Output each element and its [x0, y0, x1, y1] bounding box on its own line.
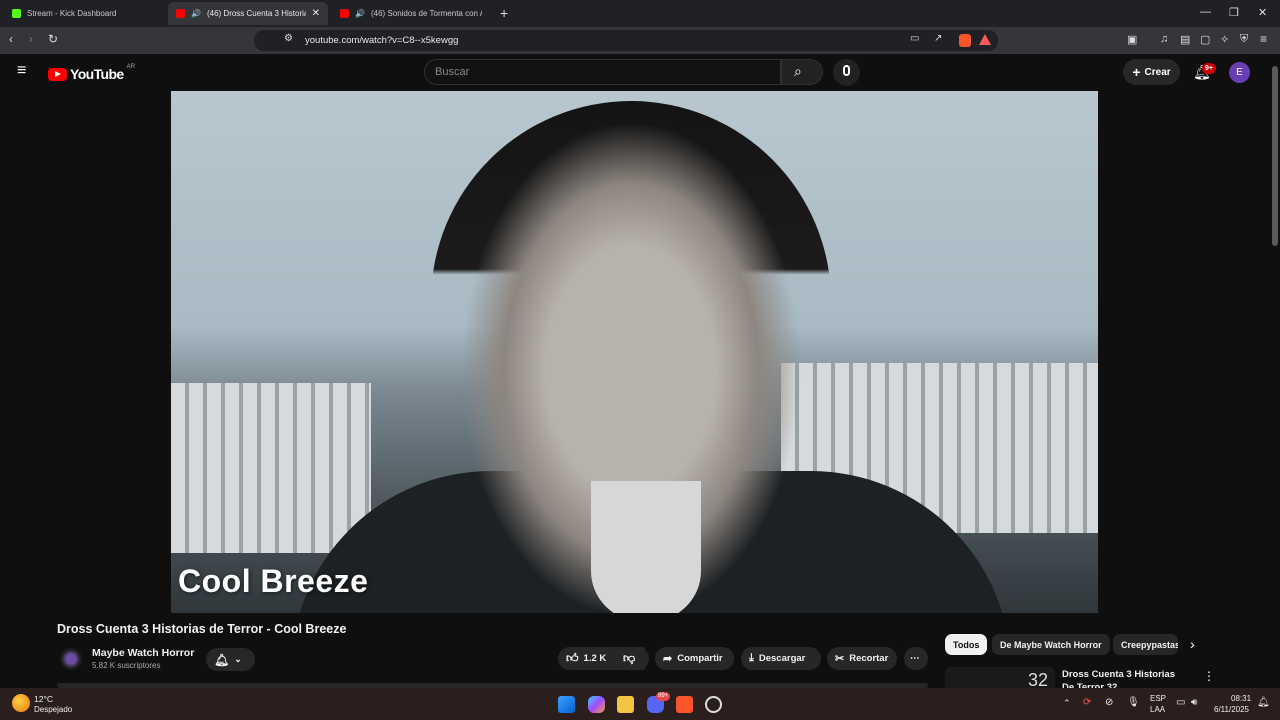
chip-creepypastas[interactable]: Creepypastas [1113, 634, 1178, 655]
youtube-header: ≡ YouTube AR Buscar ⌕ + Crear 🔔︎ 9+ E [0, 54, 1280, 246]
subscriber-count: 5.82 K suscriptores [92, 661, 161, 670]
weather-temperature: 12°C [34, 694, 53, 704]
more-actions-button[interactable]: ⋯ [904, 647, 928, 670]
address-bar[interactable]: ⚙ youtube.com/watch?v=C8--x5kewgg ▭ ↗ [254, 30, 998, 51]
wallet-icon[interactable]: ▢ [1200, 33, 1210, 46]
search-input[interactable]: Buscar [424, 59, 781, 85]
more-horizontal-icon: ⋯ [910, 653, 920, 664]
channel-name[interactable]: Maybe Watch Horror [92, 647, 194, 659]
share-arrow-icon: ➦ [663, 653, 673, 665]
copilot-icon[interactable] [588, 696, 605, 713]
speaker-icon: 🔊 [191, 9, 201, 18]
bell-icon: 🔔︎ [214, 652, 230, 667]
cast-icon[interactable]: ▭ [910, 33, 919, 44]
chevron-down-icon: ⌄ [234, 654, 242, 664]
discord-badge: 99+ [656, 692, 671, 701]
youtube-logo[interactable]: YouTube AR [48, 64, 135, 82]
language-code[interactable]: ESP [1150, 694, 1166, 703]
hamburger-menu-icon[interactable]: ≡ [17, 62, 26, 80]
close-window-icon[interactable]: ✕ [1258, 6, 1267, 19]
weather-description: Despejado [34, 705, 73, 714]
network-off-icon[interactable]: ⊘ [1105, 697, 1113, 708]
youtube-play-icon [48, 67, 67, 81]
share-page-icon[interactable]: ↗ [934, 33, 942, 44]
microphone-icon [843, 65, 850, 76]
video-player[interactable]: Cool Breeze [171, 91, 1098, 613]
back-icon[interactable]: ‹ [9, 32, 13, 46]
weather-icon[interactable] [12, 694, 30, 712]
youtube-icon [340, 9, 349, 18]
brave-rewards-icon[interactable] [979, 34, 991, 45]
dislike-button[interactable]: 👎︎ [615, 647, 649, 670]
search-icon: ⌕ [794, 63, 802, 79]
mic-tray-icon[interactable]: 🎙︎ [1127, 697, 1140, 708]
browser-toolbar: ‹ › ↻ 🔖 ⚙ youtube.com/watch?v=C8--x5kewg… [0, 27, 1280, 54]
sync-icon[interactable]: ⟳ [1083, 697, 1091, 708]
sidebar-toggle-icon[interactable]: ▣ [1127, 33, 1137, 46]
display-icon[interactable]: ▭ [1176, 697, 1185, 708]
leo-ai-icon[interactable]: ✧ [1220, 33, 1229, 46]
video-frame-shirt [591, 481, 701, 613]
video-overlay-caption: Cool Breeze [178, 563, 369, 599]
media-icon[interactable]: ♫ [1160, 33, 1168, 45]
reader-icon[interactable]: ▤ [1180, 33, 1190, 46]
page-scrollbar[interactable] [1272, 66, 1278, 246]
download-button[interactable]: ⤓ Descargar [741, 647, 821, 670]
more-vertical-icon[interactable]: ⋮ [1203, 669, 1215, 683]
notification-badge: 9+ [1202, 63, 1216, 74]
youtube-icon [176, 9, 185, 18]
chip-from-channel[interactable]: De Maybe Watch Horror [992, 634, 1110, 655]
account-avatar[interactable]: E [1229, 62, 1250, 83]
share-button[interactable]: ➦ Compartir [655, 647, 734, 670]
chevron-up-icon[interactable]: ⌃ [1063, 698, 1071, 709]
scissors-icon: ✂ [835, 653, 845, 665]
plus-icon: + [1132, 64, 1141, 80]
windows-start-icon[interactable] [558, 696, 575, 713]
related-video-thumbnail[interactable]: 32 [945, 667, 1055, 688]
notification-center-icon[interactable]: 🔔︎ [1257, 697, 1270, 708]
site-settings-icon[interactable]: ⚙ [284, 33, 293, 44]
close-tab-icon[interactable]: ✕ [312, 8, 320, 19]
tab-dross-video[interactable]: 🔊 (46) Dross Cuenta 3 Historias ✕ [168, 2, 328, 25]
reload-icon[interactable]: ↻ [48, 32, 58, 46]
search-button[interactable]: ⌕ [781, 59, 823, 85]
tab-sonidos-tormenta[interactable]: 🔊 (46) Sonidos de Tormenta con Ar [332, 2, 490, 25]
menu-icon[interactable]: ≡ [1260, 32, 1267, 46]
minimize-icon[interactable]: — [1200, 6, 1211, 18]
obs-icon[interactable] [705, 696, 722, 713]
vpn-icon[interactable]: ⛨ [1240, 33, 1248, 46]
keyboard-layout[interactable]: LAA [1150, 705, 1165, 714]
volume-icon[interactable]: 🔊︎ [1191, 697, 1197, 708]
thumbs-down-icon: 👎︎ [623, 651, 636, 665]
tab-kick-dashboard[interactable]: Stream - Kick Dashboard [4, 2, 166, 25]
brave-browser-icon[interactable] [676, 696, 693, 713]
brave-shields-icon[interactable] [959, 34, 971, 47]
windows-taskbar: 12°C Despejado 99+ ⌃ ⟳ ⊘ 🎙︎ ESP LAA ▭ 🔊︎… [0, 688, 1280, 720]
video-frame-buildings-left [171, 383, 371, 553]
video-title: Dross Cuenta 3 Historias de Terror - Coo… [57, 622, 347, 636]
forward-icon[interactable]: › [29, 32, 33, 46]
maximize-icon[interactable]: ❐ [1229, 6, 1239, 19]
subscription-bell-button[interactable]: 🔔︎ ⌄ [206, 648, 255, 671]
file-explorer-icon[interactable] [617, 696, 634, 713]
related-video-title[interactable]: Dross Cuenta 3 Historias De Terror 32 [1062, 668, 1187, 688]
new-tab-icon[interactable]: + [500, 5, 508, 21]
clock-date[interactable]: 6/11/2025 [1214, 705, 1249, 714]
chip-todos[interactable]: Todos [945, 634, 988, 655]
download-icon: ⤓ [749, 652, 754, 664]
clock-time[interactable]: 08:31 [1231, 694, 1251, 703]
clip-button[interactable]: ✂ Recortar [827, 647, 897, 670]
create-button[interactable]: + Crear [1123, 59, 1180, 85]
browser-tab-bar: Stream - Kick Dashboard 🔊 (46) Dross Cue… [0, 0, 1280, 27]
chevron-right-icon[interactable]: › [1190, 636, 1195, 652]
kick-icon [12, 9, 21, 18]
channel-avatar[interactable] [60, 648, 82, 670]
speaker-icon: 🔊 [355, 9, 365, 18]
voice-search-button[interactable] [833, 59, 860, 86]
thumbs-up-icon: 👍︎ [566, 651, 579, 665]
url-text: youtube.com/watch?v=C8--x5kewgg [305, 35, 459, 46]
